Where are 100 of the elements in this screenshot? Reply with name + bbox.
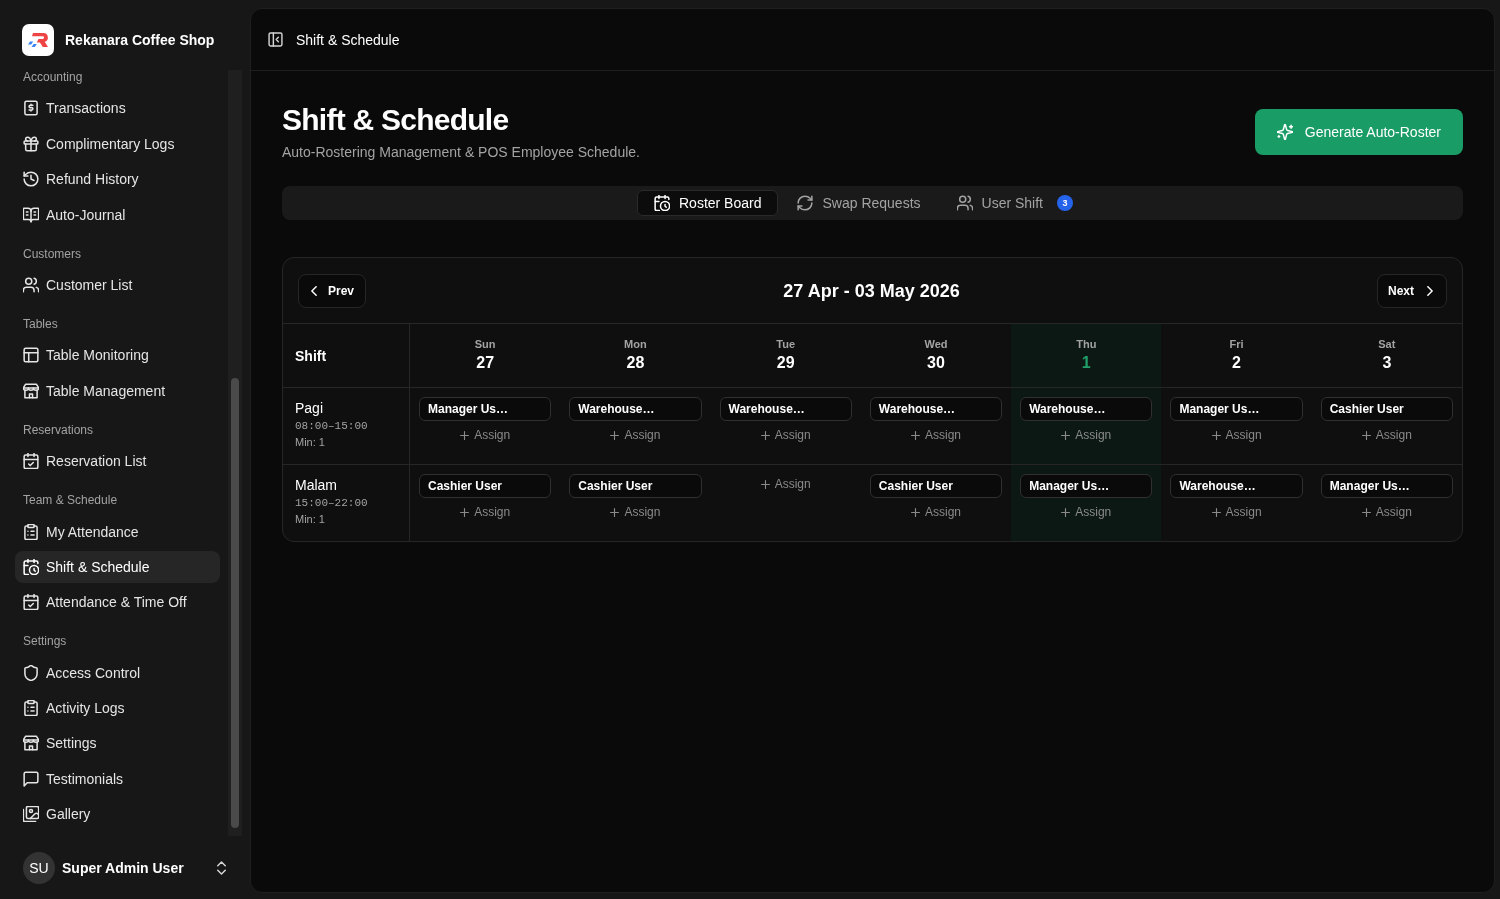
plus-icon bbox=[1211, 430, 1221, 440]
shift-time: 08:00–15:00 bbox=[295, 419, 369, 434]
assignee-chip[interactable]: Cashier User bbox=[869, 474, 1003, 498]
shield-icon bbox=[23, 664, 39, 681]
assign-button[interactable]: Assign bbox=[1057, 425, 1116, 445]
scrollbar-thumb[interactable] bbox=[231, 378, 239, 828]
assignee-chip[interactable]: Cashier User bbox=[1320, 397, 1453, 421]
nav-group-label: Reservations bbox=[22, 421, 95, 439]
plus-icon bbox=[910, 430, 920, 440]
tab[interactable]: Roster Board bbox=[637, 190, 779, 216]
assignee-chip[interactable]: Manager Us… bbox=[1020, 474, 1153, 498]
assign-button[interactable]: Assign bbox=[756, 425, 815, 445]
chat-bubble-icon bbox=[23, 770, 39, 787]
weekday-label: Fri bbox=[1229, 336, 1244, 351]
page-subtitle: Auto-Rostering Management & POS Employee Schedule. bbox=[282, 143, 640, 162]
assignee-chip[interactable]: Manager Us… bbox=[419, 397, 552, 421]
nav-item[interactable]: Complimentary Logs bbox=[15, 127, 220, 160]
nav-item[interactable]: My Attendance bbox=[15, 515, 220, 548]
nav-group-label: Tables bbox=[22, 315, 59, 333]
user-avatar: SU bbox=[23, 851, 55, 884]
assignee-chip[interactable]: Cashier User bbox=[569, 474, 702, 498]
generate-auto-roster-button[interactable]: Generate Auto-Roster bbox=[1254, 109, 1463, 155]
assign-button[interactable]: Assign bbox=[606, 502, 665, 522]
nav-item[interactable]: Table Monitoring bbox=[15, 339, 220, 372]
nav-item[interactable]: Table Management bbox=[15, 374, 220, 407]
nav-item[interactable]: Refund History bbox=[15, 163, 220, 196]
assignee-chip[interactable]: Cashier User bbox=[419, 474, 552, 498]
storefront-icon bbox=[23, 382, 39, 399]
open-book-icon bbox=[23, 206, 39, 223]
nav-item[interactable]: Customer List bbox=[15, 268, 220, 301]
plus-icon bbox=[460, 507, 470, 517]
plus-icon bbox=[460, 430, 470, 440]
logo-icon bbox=[22, 24, 54, 56]
assign-button[interactable]: Assign bbox=[1207, 502, 1266, 522]
tab[interactable]: Swap Requests bbox=[780, 190, 938, 216]
page-title: Shift & Schedule bbox=[282, 102, 510, 138]
nav-item[interactable]: Access Control bbox=[15, 656, 220, 689]
history-icon bbox=[23, 171, 39, 188]
plus-icon bbox=[1361, 507, 1371, 517]
users-icon bbox=[956, 195, 973, 211]
nav-item[interactable]: Reservation List bbox=[15, 445, 220, 478]
user-name: Super Admin User bbox=[62, 858, 184, 878]
assign-button[interactable]: Assign bbox=[906, 425, 965, 445]
plus-icon bbox=[610, 430, 620, 440]
plus-icon bbox=[1211, 507, 1221, 517]
chevron-right-icon bbox=[1427, 285, 1433, 296]
refresh-icon bbox=[797, 195, 814, 211]
assign-button[interactable]: Assign bbox=[756, 474, 815, 494]
day-number: 29 bbox=[776, 352, 795, 373]
nav-item[interactable]: Shift & Schedule bbox=[15, 550, 220, 583]
nav-item[interactable]: Transactions bbox=[15, 92, 220, 125]
shift-name: Malam bbox=[295, 476, 338, 495]
assignee-chip[interactable]: Warehouse… bbox=[869, 397, 1003, 421]
shift-name: Pagi bbox=[295, 399, 325, 418]
plus-icon bbox=[1061, 507, 1071, 517]
chevrons-up-down-icon[interactable] bbox=[217, 860, 226, 875]
day-number: 1 bbox=[1081, 352, 1091, 373]
assign-button[interactable]: Assign bbox=[1057, 502, 1116, 522]
nav-item[interactable]: Auto-Journal bbox=[15, 198, 220, 231]
assign-button[interactable]: Assign bbox=[456, 425, 515, 445]
next-button[interactable]: Next bbox=[1376, 273, 1447, 308]
nav-item[interactable]: Gallery bbox=[15, 798, 220, 831]
nav-group-label: Settings bbox=[22, 633, 68, 651]
brand-name: Rekanara Coffee Shop bbox=[65, 31, 215, 50]
plus-icon bbox=[1361, 430, 1371, 440]
nav-item[interactable]: Activity Logs bbox=[15, 692, 220, 725]
plus-icon bbox=[910, 507, 920, 517]
assign-button[interactable]: Assign bbox=[606, 425, 665, 445]
day-number: 27 bbox=[476, 352, 495, 373]
assignee-chip[interactable]: Warehouse… bbox=[719, 397, 852, 421]
assign-button[interactable]: Assign bbox=[1357, 502, 1416, 522]
assignee-chip[interactable]: Warehouse… bbox=[569, 397, 702, 421]
assignee-chip[interactable]: Manager Us… bbox=[1170, 397, 1303, 421]
assign-button[interactable]: Assign bbox=[1357, 425, 1416, 445]
nav-group-label: Accounting bbox=[22, 69, 84, 86]
shift-time: 15:00–22:00 bbox=[295, 496, 369, 511]
assignee-chip[interactable]: Manager Us… bbox=[1320, 474, 1453, 498]
plus-icon bbox=[760, 430, 770, 440]
day-number: 30 bbox=[927, 352, 945, 373]
assignee-chip[interactable]: Warehouse… bbox=[1170, 474, 1303, 498]
assignee-chip[interactable]: Warehouse… bbox=[1020, 397, 1153, 421]
shift-minimum: Min: 1 bbox=[295, 435, 326, 450]
chevron-left-icon bbox=[311, 285, 317, 296]
plus-icon bbox=[1061, 430, 1071, 440]
clipboard-list-icon bbox=[23, 700, 39, 717]
tab[interactable]: User Shift 3 bbox=[939, 190, 1090, 216]
nav-item[interactable]: Attendance & Time Off bbox=[15, 586, 220, 619]
assign-button[interactable]: Assign bbox=[1207, 425, 1266, 445]
assign-button[interactable]: Assign bbox=[906, 502, 965, 522]
sidebar-toggle-icon[interactable] bbox=[268, 32, 283, 47]
calendar-clock-icon bbox=[23, 558, 39, 575]
nav-group-label: Team & Schedule bbox=[22, 492, 119, 510]
nav-item[interactable]: Settings bbox=[15, 727, 220, 760]
sparkles-icon bbox=[1276, 124, 1293, 140]
nav-group-label: Customers bbox=[22, 245, 82, 263]
day-number: 3 bbox=[1382, 352, 1392, 373]
nav-item[interactable]: Testimonials bbox=[15, 762, 220, 795]
prev-button[interactable]: Prev bbox=[298, 273, 367, 308]
assign-button[interactable]: Assign bbox=[456, 502, 515, 522]
calendar-clock-icon bbox=[654, 195, 670, 211]
